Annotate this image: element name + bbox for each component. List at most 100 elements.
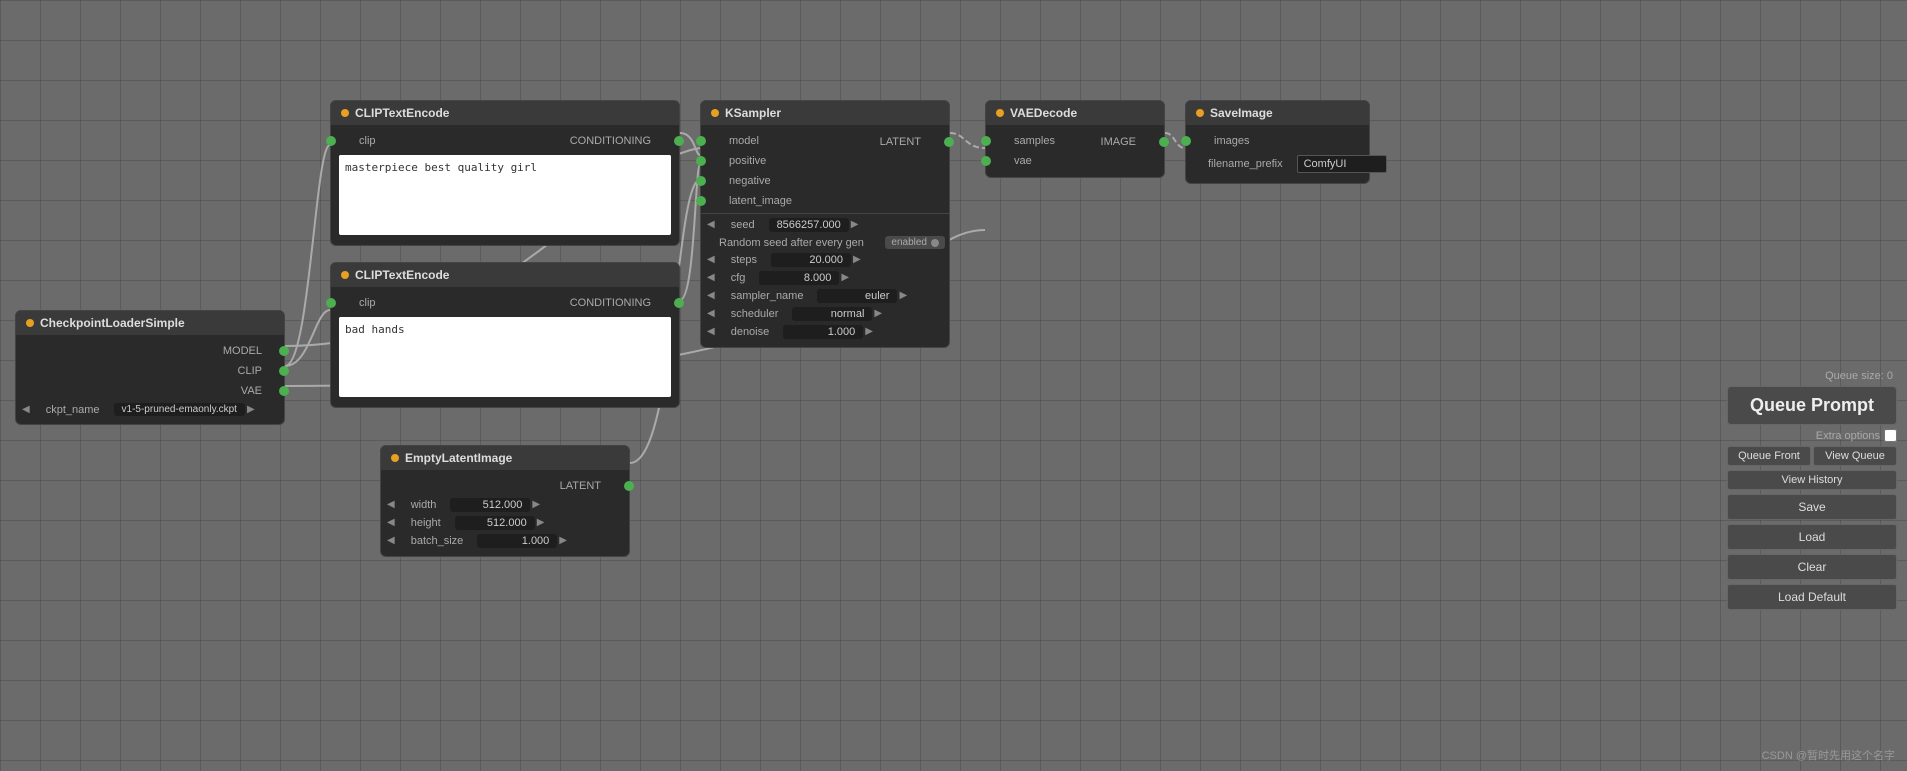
clip2-body: clip CONDITIONING bad hands bbox=[331, 287, 679, 407]
ksampler-positive-label: positive bbox=[715, 155, 780, 167]
height-left-arrow[interactable]: ◀ bbox=[385, 518, 397, 528]
ckpt-right-arrow[interactable]: ▶ bbox=[245, 405, 257, 415]
latent-batch-row: ◀ batch_size 1.000 ▶ bbox=[381, 532, 629, 550]
watermark: CSDN @暂时先用这个名字 bbox=[1762, 747, 1895, 763]
extra-options-checkbox[interactable] bbox=[1884, 429, 1897, 442]
node-clip-text-encode-1: CLIPTextEncode clip CONDITIONING masterp… bbox=[330, 100, 680, 246]
width-left-arrow[interactable]: ◀ bbox=[385, 500, 397, 510]
clip2-title: CLIPTextEncode bbox=[355, 268, 449, 282]
samplername-label: sampler_name bbox=[717, 290, 818, 302]
latent-port-output: LATENT bbox=[381, 476, 629, 496]
scheduler-label: scheduler bbox=[717, 308, 793, 320]
extra-options-label: Extra options bbox=[1816, 430, 1880, 442]
vaedecode-output-dot bbox=[1159, 137, 1169, 147]
ksampler-samplername-row: ◀ sampler_name euler ▶ bbox=[701, 287, 949, 305]
scheduler-right-arrow[interactable]: ▶ bbox=[872, 309, 884, 319]
clip1-textarea-container: masterpiece best quality girl bbox=[339, 155, 671, 235]
steps-value: 20.000 bbox=[771, 253, 851, 267]
view-history-button[interactable]: View History bbox=[1727, 470, 1897, 490]
ksampler-denoise-row: ◀ denoise 1.000 ▶ bbox=[701, 323, 949, 341]
vaedecode-output-label: IMAGE bbox=[1087, 136, 1150, 148]
load-default-button[interactable]: Load Default bbox=[1727, 584, 1897, 610]
cfg-label: cfg bbox=[717, 272, 760, 284]
vaedecode-samples-label: samples bbox=[1000, 135, 1069, 147]
samplername-right-arrow[interactable]: ▶ bbox=[897, 291, 909, 301]
clip2-conditioning-dot bbox=[674, 298, 684, 308]
ksampler-random-seed-row: Random seed after every gen enabled bbox=[701, 234, 949, 251]
random-seed-label: Random seed after every gen bbox=[705, 237, 878, 249]
ckpt-left-arrow[interactable]: ◀ bbox=[20, 405, 32, 415]
clip2-clip-dot bbox=[326, 298, 336, 308]
cfg-right-arrow[interactable]: ▶ bbox=[839, 273, 851, 283]
vaedecode-port-output: IMAGE bbox=[1079, 131, 1164, 151]
ckpt-name-label: ckpt_name bbox=[32, 404, 114, 416]
height-value: 512.000 bbox=[455, 516, 535, 530]
seed-right-arrow[interactable]: ▶ bbox=[849, 220, 861, 230]
clip1-textarea[interactable]: masterpiece best quality girl bbox=[339, 155, 671, 232]
samplername-value: euler bbox=[817, 289, 897, 303]
saveimage-images-label: images bbox=[1200, 135, 1263, 147]
seed-left-arrow[interactable]: ◀ bbox=[705, 220, 717, 230]
denoise-left-arrow[interactable]: ◀ bbox=[705, 327, 717, 337]
ksampler-steps-row: ◀ steps 20.000 ▶ bbox=[701, 251, 949, 269]
clip1-port-clip: clip bbox=[331, 131, 398, 151]
vaedecode-vae-dot bbox=[981, 156, 991, 166]
filename-prefix-input[interactable] bbox=[1297, 155, 1387, 173]
vaedecode-port-vae: vae bbox=[986, 151, 1077, 171]
checkpoint-header: CheckpointLoaderSimple bbox=[16, 311, 284, 335]
checkpoint-title: CheckpointLoaderSimple bbox=[40, 316, 185, 330]
view-queue-button[interactable]: View Queue bbox=[1813, 446, 1897, 466]
clip1-conditioning-label: CONDITIONING bbox=[556, 135, 665, 147]
queue-prompt-button[interactable]: Queue Prompt bbox=[1727, 386, 1897, 425]
steps-left-arrow[interactable]: ◀ bbox=[705, 255, 717, 265]
port-model: MODEL bbox=[16, 341, 284, 361]
queue-front-button[interactable]: Queue Front bbox=[1727, 446, 1811, 466]
ksampler-header: KSampler bbox=[701, 101, 949, 125]
clip2-port-conditioning: CONDITIONING bbox=[548, 293, 679, 313]
ksampler-port-latent: latent_image bbox=[701, 191, 814, 211]
node-empty-latent-image: EmptyLatentImage LATENT ◀ width 512.000 … bbox=[380, 445, 630, 557]
ckpt-name-value: v1-5-pruned-emaonly.ckpt bbox=[114, 403, 245, 416]
ksampler-port-negative: negative bbox=[701, 171, 814, 191]
clear-button[interactable]: Clear bbox=[1727, 554, 1897, 580]
cfg-left-arrow[interactable]: ◀ bbox=[705, 273, 717, 283]
clip1-port-conditioning: CONDITIONING bbox=[548, 131, 679, 151]
clip1-title: CLIPTextEncode bbox=[355, 106, 449, 120]
scheduler-value: normal bbox=[792, 307, 872, 321]
latent-body: LATENT ◀ width 512.000 ▶ ◀ height 512.00… bbox=[381, 470, 629, 556]
clip2-textarea[interactable]: bad hands bbox=[339, 317, 671, 394]
steps-right-arrow[interactable]: ▶ bbox=[851, 255, 863, 265]
node-vae-decode: VAEDecode samples vae IMAGE bbox=[985, 100, 1165, 178]
batch-right-arrow[interactable]: ▶ bbox=[557, 536, 569, 546]
latent-output-dot bbox=[624, 481, 634, 491]
node-save-image: SaveImage images filename_prefix bbox=[1185, 100, 1370, 184]
vaedecode-header: VAEDecode bbox=[986, 101, 1164, 125]
port-vae-dot bbox=[279, 386, 289, 396]
vaedecode-dot bbox=[996, 109, 1004, 117]
clip2-textarea-container: bad hands bbox=[339, 317, 671, 397]
scheduler-left-arrow[interactable]: ◀ bbox=[705, 309, 717, 319]
load-button[interactable]: Load bbox=[1727, 524, 1897, 550]
seed-value: 8566257.000 bbox=[769, 218, 849, 232]
extra-options-row: Extra options bbox=[1727, 429, 1897, 442]
node-ksampler: KSampler model positive negative bbox=[700, 100, 950, 348]
samplername-left-arrow[interactable]: ◀ bbox=[705, 291, 717, 301]
seed-label: seed bbox=[717, 219, 769, 231]
right-panel: Queue size: 0 Queue Prompt Extra options… bbox=[1727, 370, 1897, 610]
height-right-arrow[interactable]: ▶ bbox=[535, 518, 547, 528]
ksampler-seed-row: ◀ seed 8566257.000 ▶ bbox=[701, 216, 949, 234]
ksampler-output-label: LATENT bbox=[866, 136, 935, 148]
clip1-body: clip CONDITIONING masterpiece best quali… bbox=[331, 125, 679, 245]
port-vae-label: VAE bbox=[227, 385, 276, 397]
port-clip-dot bbox=[279, 366, 289, 376]
width-right-arrow[interactable]: ▶ bbox=[530, 500, 542, 510]
saveimage-body: images filename_prefix bbox=[1186, 125, 1369, 183]
checkpoint-body: MODEL CLIP VAE ◀ ckpt_name v1-5-pruned-e… bbox=[16, 335, 284, 424]
height-label: height bbox=[397, 517, 455, 529]
batch-left-arrow[interactable]: ◀ bbox=[385, 536, 397, 546]
save-button[interactable]: Save bbox=[1727, 494, 1897, 520]
clip1-clip-dot bbox=[326, 136, 336, 146]
clip1-clip-label: clip bbox=[345, 135, 390, 147]
denoise-right-arrow[interactable]: ▶ bbox=[863, 327, 875, 337]
ksampler-cfg-row: ◀ cfg 8.000 ▶ bbox=[701, 269, 949, 287]
